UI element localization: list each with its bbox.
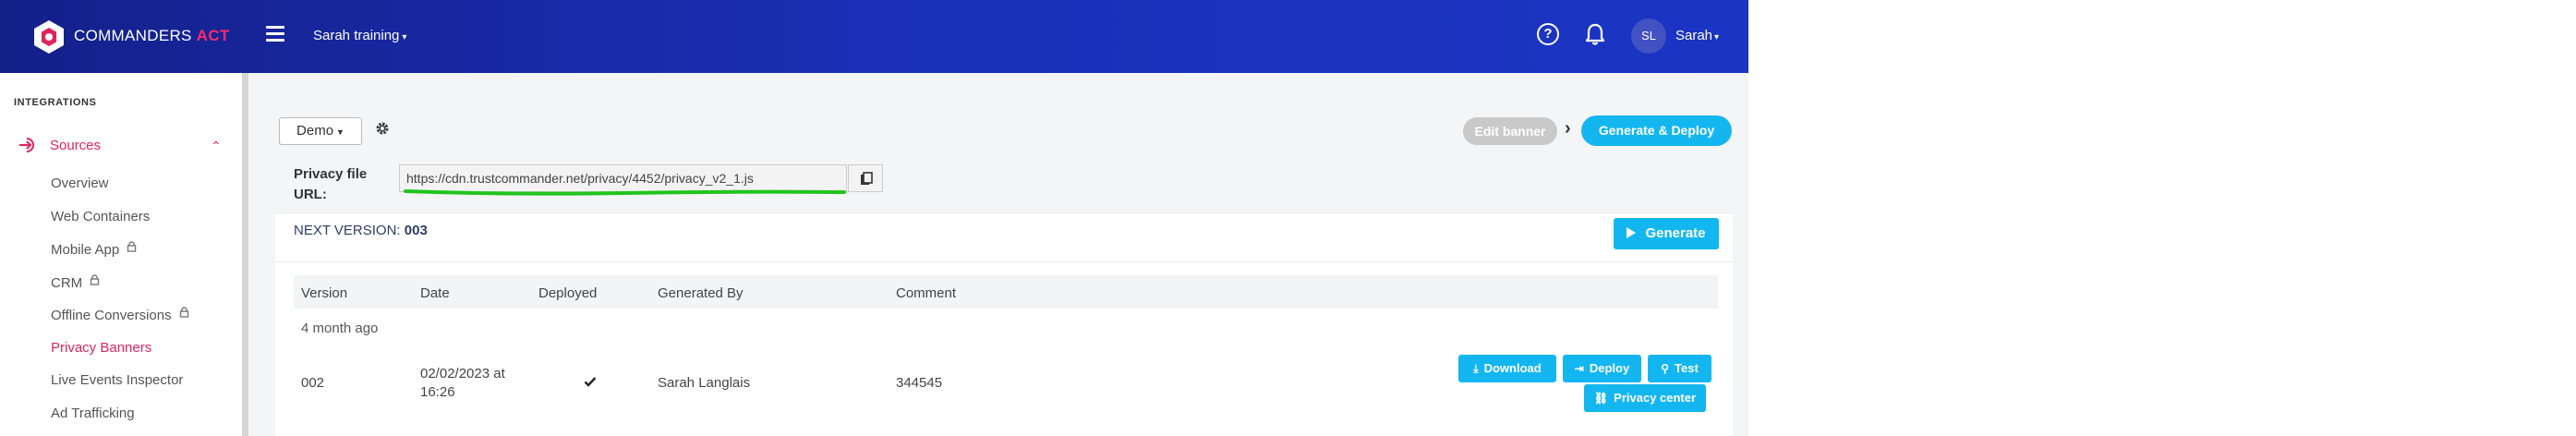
demo-dropdown[interactable]: Demo ▼ xyxy=(279,117,362,145)
commanders-act-logo[interactable] xyxy=(30,18,67,55)
cell-version: 002 xyxy=(301,375,325,391)
chevron-down-icon: ▾ xyxy=(402,32,407,42)
cell-date-line1: 02/02/2023 at xyxy=(420,366,505,382)
sidebar-item-crm[interactable]: CRM xyxy=(51,274,100,291)
cell-comment: 344545 xyxy=(896,375,943,391)
column-header-comment: Comment xyxy=(896,285,957,301)
next-version: NEXT VERSION: 003 xyxy=(294,223,428,238)
edit-banner-step[interactable]: Edit banner xyxy=(1463,117,1557,145)
user-menu[interactable]: Sarah ▾ xyxy=(1675,28,1719,43)
generate-button[interactable]: Generate xyxy=(1614,218,1719,249)
user-name: Sarah xyxy=(1675,28,1713,43)
brand-main: COMMANDERS xyxy=(74,27,192,44)
brand-name: COMMANDERS ACT xyxy=(74,27,230,45)
column-header-deployed: Deployed xyxy=(538,285,598,301)
versions-panel xyxy=(275,212,1733,436)
sidebar-item-label: Mobile App xyxy=(51,242,120,258)
sidebar-item-label: Offline Conversions xyxy=(51,308,172,323)
privacy-center-button[interactable]: ⛓ Privacy center xyxy=(1584,384,1706,412)
avatar[interactable]: SL xyxy=(1631,18,1666,54)
privacy-url-label: Privacy file URL: xyxy=(294,166,368,202)
sidebar-section-title: INTEGRATIONS xyxy=(14,97,97,108)
demo-label: Demo xyxy=(296,123,334,139)
link-icon: ⛓ xyxy=(1593,392,1609,405)
sidebar-item-mobile-app[interactable]: Mobile App xyxy=(51,241,137,258)
check-icon xyxy=(584,377,597,387)
search-icon: ⚲ xyxy=(1661,362,1670,375)
column-header-generated-by: Generated By xyxy=(658,285,744,301)
workspace-name: Sarah training xyxy=(313,28,400,43)
test-button[interactable]: ⚲ Test xyxy=(1648,355,1711,382)
chevron-down-icon: ▼ xyxy=(336,127,345,137)
menu-icon[interactable] xyxy=(266,26,284,44)
sidebar-item-overview[interactable]: Overview xyxy=(51,176,109,191)
next-version-value: 003 xyxy=(404,223,428,238)
sidebar-scrollbar[interactable] xyxy=(242,73,248,436)
play-icon xyxy=(1627,227,1637,238)
sidebar-item-label: Web Containers xyxy=(51,209,151,224)
help-icon[interactable]: ? xyxy=(1537,23,1559,45)
sidebar-group-sources[interactable]: Sources xyxy=(18,137,101,153)
sidebar-item-label: CRM xyxy=(51,275,83,291)
generate-deploy-step[interactable]: Generate & Deploy xyxy=(1581,115,1732,146)
sidebar-item-label: Ad Trafficking xyxy=(51,406,135,421)
top-bar: COMMANDERS ACT Sarah training ▾ ? SL Sarah… xyxy=(0,0,1748,73)
divider xyxy=(275,261,1733,262)
brand-accent: ACT xyxy=(196,27,230,44)
table-header xyxy=(294,275,1718,309)
gear-icon[interactable] xyxy=(374,120,391,137)
column-header-date: Date xyxy=(420,285,450,301)
download-icon: ⤓ xyxy=(1473,362,1479,375)
next-version-label: NEXT VERSION: xyxy=(294,223,401,238)
sign-in-icon: ⇥ xyxy=(1574,362,1584,375)
download-label: Download xyxy=(1483,361,1542,375)
lock-icon xyxy=(127,241,137,252)
sidebar-item-label: Overview xyxy=(51,176,109,191)
lock-icon xyxy=(90,274,100,285)
chevron-down-icon: ▾ xyxy=(1714,32,1720,42)
deploy-label: Deploy xyxy=(1589,361,1630,375)
app-window: COMMANDERS ACT Sarah training ▾ ? SL Sarah… xyxy=(0,0,1748,436)
table-group-label: 4 month ago xyxy=(301,321,379,336)
sidebar-item-offline-conversions[interactable]: Offline Conversions xyxy=(51,307,189,323)
workspace-selector[interactable]: Sarah training ▾ xyxy=(313,28,406,43)
sidebar-item-web-containers[interactable]: Web Containers xyxy=(51,209,150,224)
cell-date-line2: 16:26 xyxy=(420,384,455,400)
sidebar-item-live-events-inspector[interactable]: Live Events Inspector xyxy=(51,372,183,388)
bell-icon[interactable] xyxy=(1584,22,1606,46)
privacy-center-label: Privacy center xyxy=(1614,391,1697,405)
cell-generated-by: Sarah Langlais xyxy=(658,375,751,391)
clipboard-icon xyxy=(861,172,873,185)
sidebar-item-ad-trafficking[interactable]: Ad Trafficking xyxy=(51,406,135,421)
sidebar-group-label: Sources xyxy=(50,137,102,153)
column-header-version: Version xyxy=(301,285,348,301)
copy-url-button[interactable] xyxy=(848,164,883,192)
sidebar-item-privacy-banners[interactable]: Privacy Banners xyxy=(51,340,151,356)
sidebar-item-label: Privacy Banners xyxy=(51,340,152,356)
sidebar-item-label: Live Events Inspector xyxy=(51,372,184,388)
annotation-underline xyxy=(404,189,846,196)
chevron-up-icon[interactable]: ⌃ xyxy=(211,139,222,154)
lock-icon xyxy=(179,307,188,318)
download-button[interactable]: ⤓ Download xyxy=(1458,355,1556,382)
test-label: Test xyxy=(1675,361,1699,375)
chevron-right-icon: › xyxy=(1565,118,1571,139)
sign-in-icon xyxy=(19,138,34,153)
generate-label: Generate xyxy=(1645,225,1706,241)
deploy-button[interactable]: ⇥ Deploy xyxy=(1563,355,1641,382)
